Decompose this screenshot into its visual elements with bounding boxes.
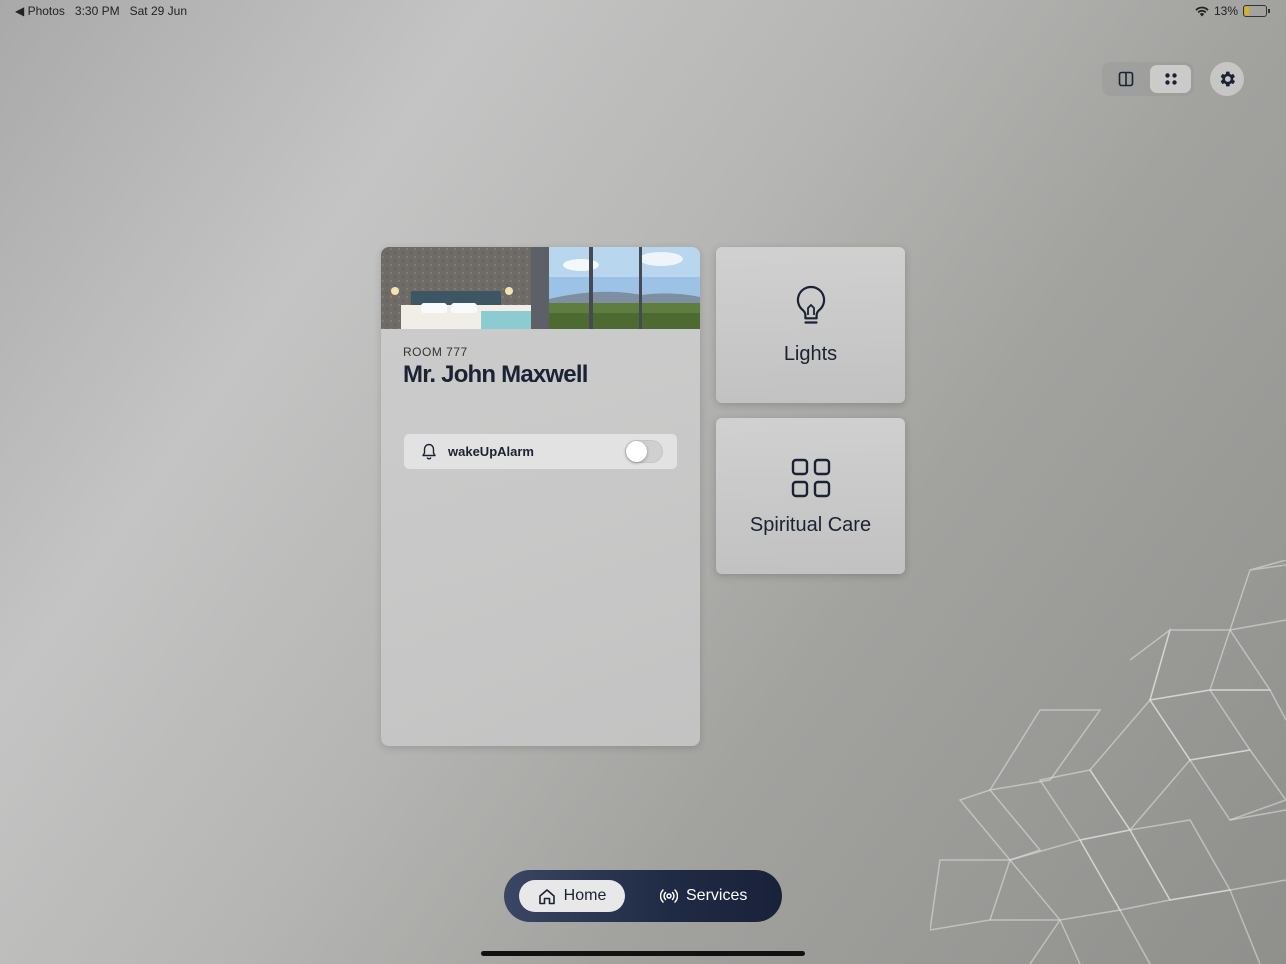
wifi-icon: [1195, 6, 1209, 16]
wake-up-alarm-row: wakeUpAlarm: [404, 434, 677, 469]
status-time: 3:30 PM: [74, 4, 120, 18]
services-tab-label: Services: [686, 887, 748, 904]
grid-view-icon: [1164, 73, 1177, 85]
room-photo: [381, 247, 700, 329]
spiritual-care-tile[interactable]: Spiritual Care: [716, 418, 905, 574]
grid-view-button[interactable]: [1150, 65, 1191, 93]
lights-label: Lights: [783, 343, 838, 365]
status-date: Sat 29 Jun: [129, 4, 187, 18]
settings-button[interactable]: [1210, 62, 1244, 96]
battery-tip: [1268, 9, 1270, 13]
home-tab-label: Home: [563, 887, 607, 904]
status-right: 13%: [1195, 4, 1270, 18]
guest-name: Mr. John Maxwell: [403, 361, 588, 388]
broadcast-icon: [660, 889, 678, 903]
wake-up-alarm-label: wakeUpAlarm: [448, 444, 534, 459]
battery-icon: [1243, 5, 1267, 17]
bottom-navigation: Home Services: [504, 870, 782, 922]
split-view-icon: [1118, 71, 1133, 87]
wake-up-alarm-toggle[interactable]: [625, 440, 663, 463]
view-mode-toggle: [1102, 62, 1194, 96]
home-icon: [538, 888, 555, 904]
grid-squares-icon: [716, 458, 905, 498]
spiritual-care-label: Spiritual Care: [749, 514, 872, 536]
home-indicator[interactable]: [481, 951, 805, 956]
bell-icon: [422, 443, 436, 460]
battery-percent: 13%: [1213, 4, 1238, 18]
gear-icon: [1220, 71, 1235, 87]
home-tab[interactable]: Home: [519, 880, 625, 912]
status-left: ◀ Photos 3:30 PM Sat 29 Jun: [15, 4, 187, 18]
toggle-knob: [626, 441, 647, 462]
lights-tile[interactable]: Lights: [716, 247, 905, 403]
room-profile-card: ROOM 777 Mr. John Maxwell wakeUpAlarm: [381, 247, 700, 746]
status-bar: ◀ Photos 3:30 PM Sat 29 Jun 13%: [0, 0, 1286, 22]
split-view-button[interactable]: [1105, 65, 1146, 93]
back-to-app-link[interactable]: ◀ Photos: [15, 4, 65, 18]
background-cube-pattern: [930, 560, 1286, 964]
room-number: ROOM 777: [403, 345, 468, 359]
services-tab[interactable]: Services: [660, 880, 747, 912]
lightbulb-icon: [716, 284, 905, 330]
